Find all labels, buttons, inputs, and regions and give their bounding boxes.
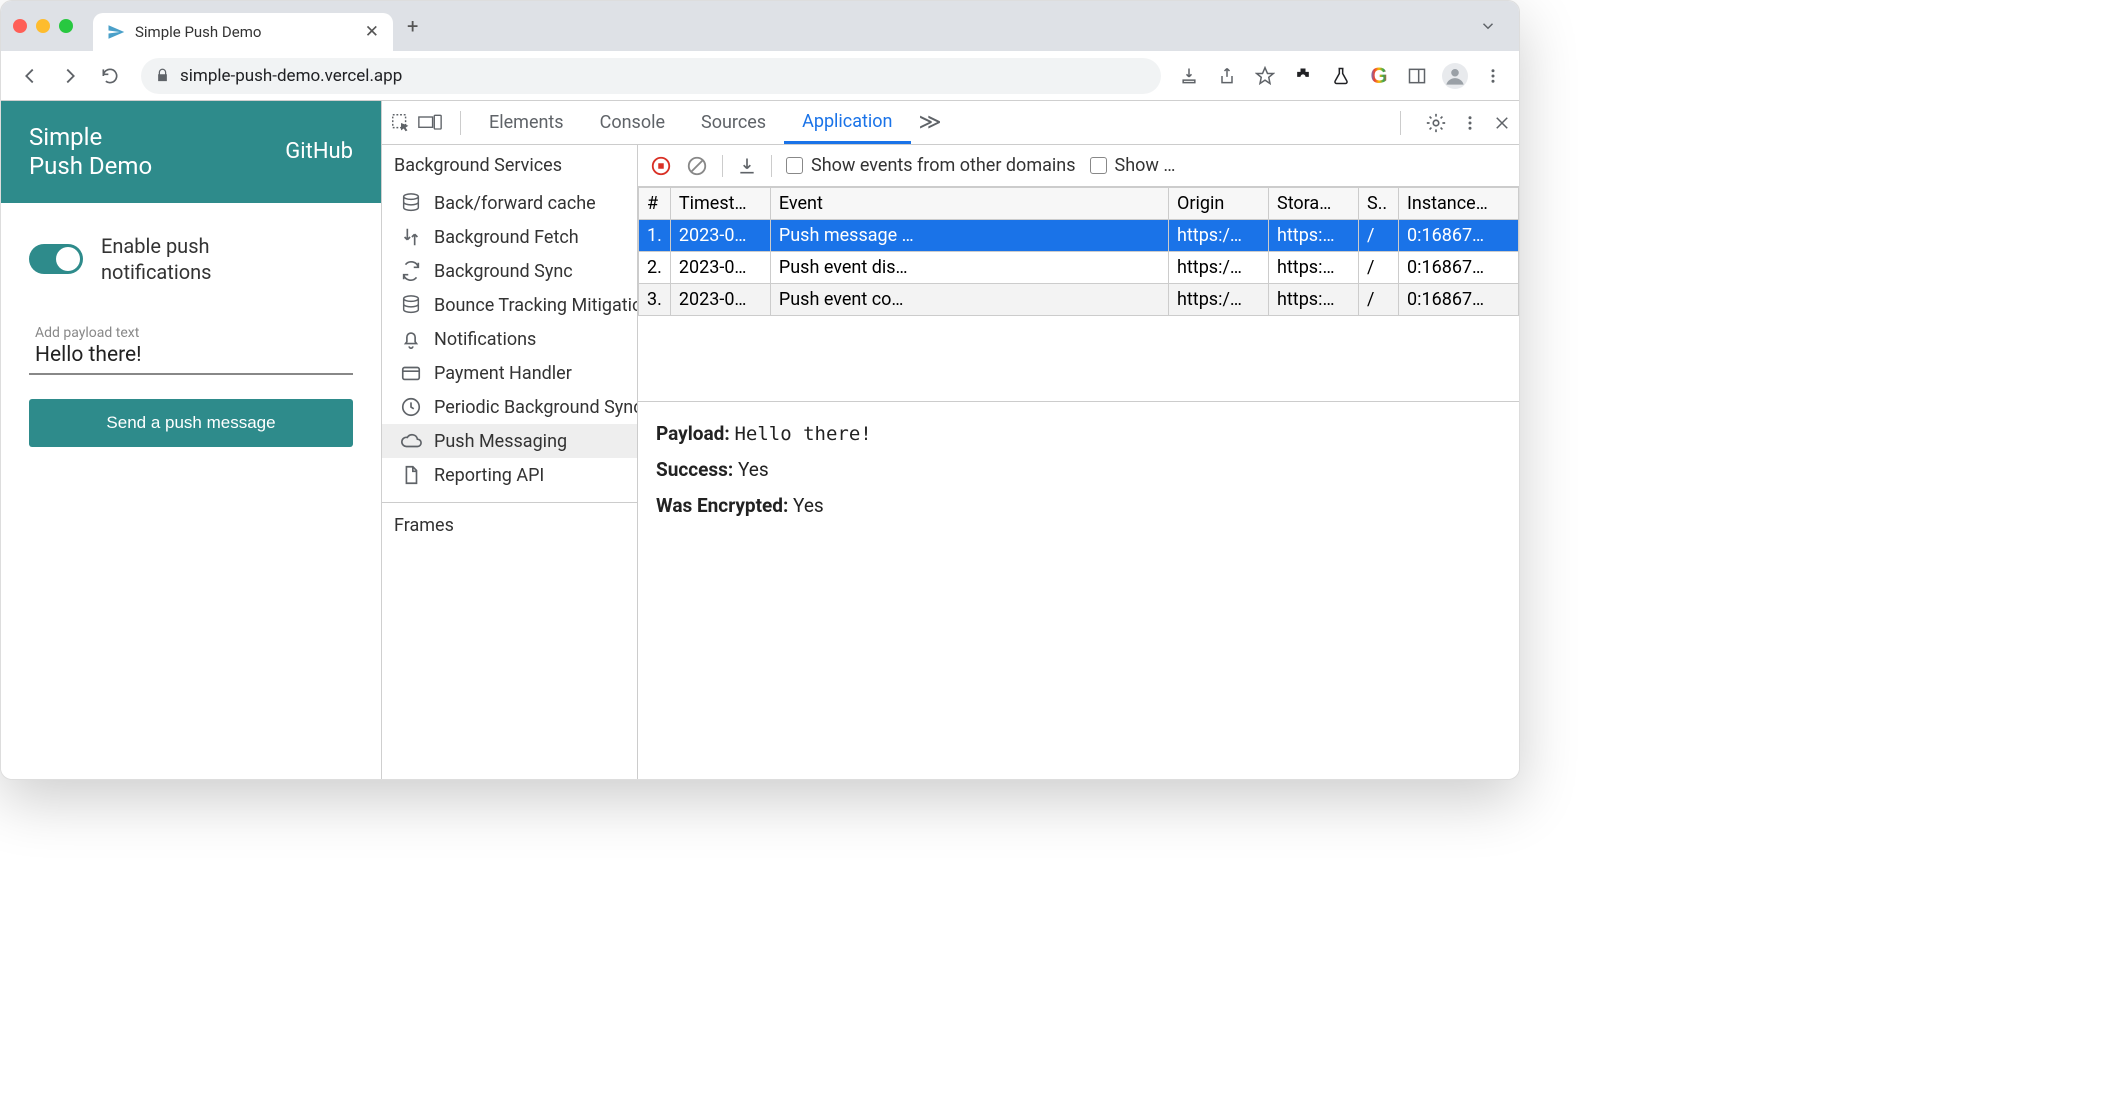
install-icon[interactable] [1173, 60, 1205, 92]
sidebar-item-bfcache[interactable]: Back/forward cache [382, 186, 637, 220]
send-push-button[interactable]: Send a push message [29, 399, 353, 447]
inspect-icon[interactable] [390, 112, 418, 134]
bookmark-icon[interactable] [1249, 60, 1281, 92]
cloud-icon [400, 430, 422, 452]
bell-icon [400, 328, 422, 350]
page-viewport: SimplePush Demo GitHub Enable pushnotifi… [1, 101, 381, 779]
sidebar-item-payment[interactable]: Payment Handler [382, 356, 637, 390]
table-row[interactable]: 3.2023-0…Push event co…https:/…https:…/0… [639, 284, 1519, 316]
sidebar-item-periodic[interactable]: Periodic Background Sync [382, 390, 637, 424]
browser-window: Simple Push Demo ✕ + simple-push-demo.ve… [0, 0, 1520, 780]
content-area: SimplePush Demo GitHub Enable pushnotifi… [1, 101, 1519, 779]
menu-icon[interactable] [1477, 60, 1509, 92]
sidebar-item-bounce[interactable]: Bounce Tracking Mitigations [382, 288, 637, 322]
tab-application[interactable]: Application [784, 101, 910, 144]
table-row[interactable]: 1.2023-0…Push message …https:/…https:…/0… [639, 220, 1519, 252]
payload-value: Hello there! [35, 341, 347, 367]
address-bar[interactable]: simple-push-demo.vercel.app [141, 58, 1161, 94]
file-icon [400, 464, 422, 486]
browser-tab[interactable]: Simple Push Demo ✕ [93, 13, 393, 51]
device-icon[interactable] [418, 113, 450, 133]
devtools-main: Show events from other domains Show … #T… [638, 145, 1519, 779]
transfer-icon [400, 226, 422, 248]
url-text: simple-push-demo.vercel.app [180, 66, 402, 86]
payload-label: Add payload text [35, 325, 347, 341]
show-other-domains-checkbox[interactable]: Show events from other domains [786, 155, 1076, 176]
browser-toolbar: simple-push-demo.vercel.app G [1, 51, 1519, 101]
tab-strip: Simple Push Demo ✕ + [1, 1, 1519, 51]
more-icon[interactable] [1461, 114, 1479, 132]
page-body: Enable pushnotifications Add payload tex… [1, 203, 381, 477]
devtools-tabbar: Elements Console Sources Application ≫ [382, 101, 1519, 145]
new-tab-button[interactable]: + [407, 14, 418, 38]
sidebar-item-notifications[interactable]: Notifications [382, 322, 637, 356]
window-controls [13, 19, 73, 33]
github-link[interactable]: GitHub [285, 139, 353, 164]
tab-sources[interactable]: Sources [683, 101, 784, 144]
clear-icon[interactable] [686, 155, 708, 177]
close-window[interactable] [13, 19, 27, 33]
tabs-overflow-icon[interactable]: ≫ [911, 101, 950, 144]
profile-icon[interactable] [1439, 60, 1471, 92]
enable-push-label: Enable pushnotifications [101, 233, 211, 285]
google-icon[interactable]: G [1363, 60, 1395, 92]
show-truncated-checkbox[interactable]: Show … [1090, 155, 1176, 176]
table-row[interactable]: 2.2023-0…Push event dis…https:/…https:…/… [639, 252, 1519, 284]
share-icon[interactable] [1211, 60, 1243, 92]
events-table[interactable]: #Timest…EventOriginStora…S..Instance… 1.… [638, 187, 1519, 401]
sidebar-item-bgsync[interactable]: Background Sync [382, 254, 637, 288]
devtools-panel: Elements Console Sources Application ≫ B… [381, 101, 1519, 779]
sync-icon [400, 260, 422, 282]
close-tab-icon[interactable]: ✕ [365, 22, 379, 42]
event-detail: Payload: Hello there! Success: Yes Was E… [638, 401, 1519, 538]
download-icon[interactable] [737, 156, 757, 176]
close-devtools-icon[interactable] [1493, 114, 1511, 132]
sidebar-item-push[interactable]: Push Messaging [382, 424, 637, 458]
labs-icon[interactable] [1325, 60, 1357, 92]
devtools-body: Background Services Back/forward cache B… [382, 145, 1519, 779]
page-title: SimplePush Demo [29, 123, 152, 181]
tab-title: Simple Push Demo [135, 23, 261, 41]
sidebar-section-frames: Frames [382, 502, 637, 546]
sidebar-item-reporting[interactable]: Reporting API [382, 458, 637, 492]
page-header: SimplePush Demo GitHub [1, 101, 381, 203]
enable-push-toggle[interactable] [29, 244, 83, 274]
back-button[interactable] [11, 57, 49, 95]
extensions-icon[interactable] [1287, 60, 1319, 92]
table-header-row: #Timest…EventOriginStora…S..Instance… [639, 188, 1519, 220]
clock-icon [400, 396, 422, 418]
database-icon [400, 294, 422, 316]
card-icon [400, 362, 422, 384]
sidebar-section-bgservices: Background Services [382, 145, 637, 186]
enable-push-row: Enable pushnotifications [29, 233, 353, 285]
devtools-sidebar: Background Services Back/forward cache B… [382, 145, 638, 779]
sidebar-item-bgfetch[interactable]: Background Fetch [382, 220, 637, 254]
toolbar-actions: G [1173, 60, 1509, 92]
chevron-down-icon[interactable] [1479, 17, 1497, 35]
database-icon [400, 192, 422, 214]
tab-elements[interactable]: Elements [471, 101, 582, 144]
record-icon[interactable] [650, 155, 672, 177]
forward-button[interactable] [51, 57, 89, 95]
settings-icon[interactable] [1425, 112, 1447, 134]
paper-plane-icon [107, 23, 125, 41]
events-toolbar: Show events from other domains Show … [638, 145, 1519, 187]
tab-console[interactable]: Console [582, 101, 683, 144]
minimize-window[interactable] [36, 19, 50, 33]
side-panel-icon[interactable] [1401, 60, 1433, 92]
payload-field[interactable]: Add payload text Hello there! [29, 315, 353, 375]
lock-icon [155, 68, 170, 83]
reload-button[interactable] [91, 57, 129, 95]
maximize-window[interactable] [59, 19, 73, 33]
